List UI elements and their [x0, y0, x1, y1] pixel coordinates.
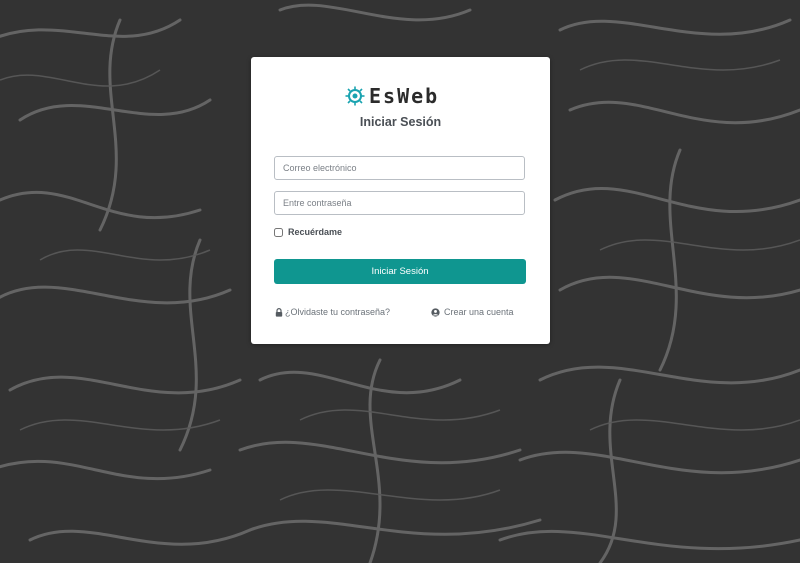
remember-me[interactable]: Recuérdame	[274, 227, 342, 237]
create-account-label: Crear una cuenta	[444, 307, 514, 317]
password-field[interactable]	[274, 191, 525, 215]
chip-gear-icon	[345, 86, 365, 106]
user-circle-icon	[431, 307, 440, 317]
login-card: EsWeb Iniciar Sesión Recuérdame Iniciar …	[251, 57, 550, 344]
create-account-link[interactable]: Crear una cuenta	[431, 307, 514, 317]
login-button[interactable]: Iniciar Sesión	[274, 259, 526, 284]
page-title: Iniciar Sesión	[359, 115, 442, 129]
remember-checkbox[interactable]	[274, 227, 283, 237]
brand-name: EsWeb	[369, 84, 440, 108]
email-field[interactable]	[274, 156, 525, 180]
brand-logo: EsWeb	[345, 84, 439, 108]
remember-label: Recuérdame	[288, 227, 343, 237]
forgot-password-label: ¿Olvidaste tu contraseña?	[285, 307, 391, 317]
forgot-password-link[interactable]: ¿Olvidaste tu contraseña?	[275, 307, 390, 317]
lock-icon	[275, 307, 283, 317]
